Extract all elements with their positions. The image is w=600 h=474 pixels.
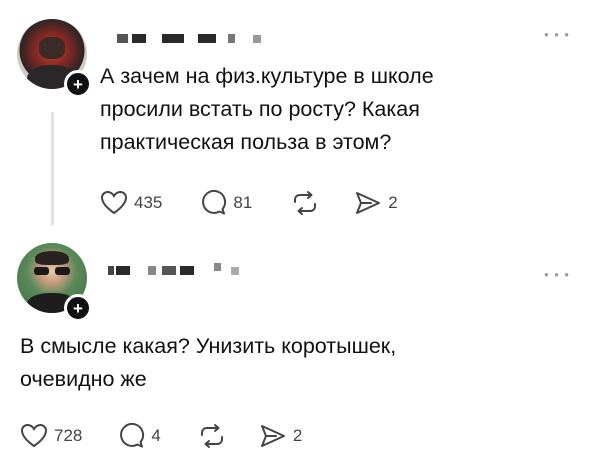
like-count: 728 xyxy=(54,425,83,445)
heart-icon xyxy=(20,423,48,447)
like-button[interactable]: 435 xyxy=(100,190,162,216)
follow-plus-icon[interactable]: + xyxy=(64,70,92,98)
comment-bubble-icon xyxy=(120,422,145,448)
comment-count: 4 xyxy=(151,425,161,445)
share-button[interactable]: 2 xyxy=(354,190,398,216)
send-icon xyxy=(260,424,285,447)
heart-icon xyxy=(100,190,128,214)
avatar[interactable]: + xyxy=(17,243,92,322)
comment-button[interactable]: 4 xyxy=(118,422,161,449)
post-text: В смысле какая? Унизить коротышек, очеви… xyxy=(20,334,397,391)
repost-button[interactable] xyxy=(290,190,320,216)
share-count: 2 xyxy=(388,192,398,212)
follow-plus-icon[interactable]: + xyxy=(64,294,92,322)
comment-bubble-icon xyxy=(202,189,227,215)
post-actions: 728 4 2 xyxy=(20,422,302,449)
like-button[interactable]: 728 xyxy=(20,423,82,449)
share-count: 2 xyxy=(292,425,303,445)
post-actions: 435 81 2 xyxy=(100,189,398,216)
post-original: + • • • А зачем на физ.культуре в школе … xyxy=(0,0,600,232)
comment-button[interactable]: 81 xyxy=(200,189,252,216)
like-count: 435 xyxy=(134,192,163,212)
username-redacted[interactable] xyxy=(108,262,239,275)
send-icon xyxy=(356,191,381,214)
post-text: А зачем на физ.культуре в школе просили … xyxy=(100,64,434,154)
more-horizontal-icon[interactable]: • • • xyxy=(544,267,570,282)
repost-button[interactable] xyxy=(197,423,227,449)
repost-icon xyxy=(294,190,317,215)
repost-icon xyxy=(200,423,223,448)
thread-connector-line xyxy=(51,112,54,226)
more-horizontal-icon[interactable]: • • • xyxy=(544,27,570,42)
post-reply: + • • • В смысле какая? Унизить коротыше… xyxy=(0,232,600,474)
avatar[interactable]: + xyxy=(17,19,92,98)
share-button[interactable]: 2 xyxy=(259,423,302,449)
username-redacted[interactable] xyxy=(117,34,261,43)
comment-count: 81 xyxy=(233,192,253,212)
